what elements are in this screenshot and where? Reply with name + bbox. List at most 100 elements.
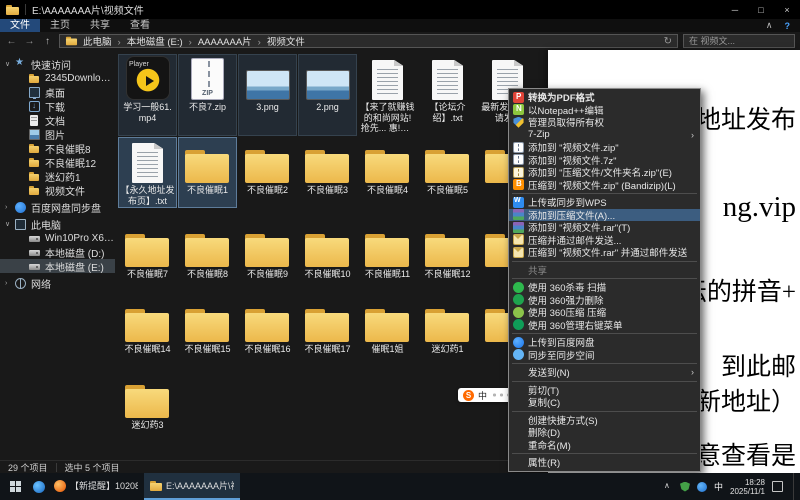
taskbar-app-button[interactable]: E:\AAAAAAA片\视... xyxy=(144,473,240,500)
file-item[interactable]: 【论坛介绍】.txt xyxy=(419,55,476,135)
pinned-browser-icon[interactable] xyxy=(30,473,48,500)
up-button[interactable]: ↑ xyxy=(41,36,54,47)
sidebar-item[interactable]: 不良催眠8 xyxy=(0,141,115,155)
file-item[interactable]: 不良催眠3 xyxy=(299,138,356,207)
file-item[interactable]: 3.png xyxy=(239,55,296,135)
sidebar-item[interactable]: ∨ 此电脑 xyxy=(0,217,115,231)
sidebar-item[interactable]: 文档 xyxy=(0,113,115,127)
file-item[interactable]: 不良催眠1 xyxy=(179,138,236,207)
context-menu-item[interactable]: 以Notepad++编辑 xyxy=(509,104,700,117)
sidebar-item[interactable]: 本地磁盘 (D:) xyxy=(0,245,115,259)
file-item[interactable]: 不良催眠14 xyxy=(119,297,176,356)
context-menu-item[interactable]: 使用 360管理右键菜单 xyxy=(509,319,700,332)
file-item[interactable]: 不良催眠5 xyxy=(419,138,476,207)
sidebar-item[interactable]: 下载 xyxy=(0,99,115,113)
file-item[interactable]: 不良催眠2 xyxy=(239,138,296,207)
file-item[interactable]: 不良催眠10 xyxy=(299,222,356,281)
file-item[interactable]: 不良催眠15 xyxy=(179,297,236,356)
context-menu-item[interactable]: 共享 xyxy=(509,264,700,277)
ime-mode-indicator[interactable]: 中 xyxy=(478,389,487,402)
breadcrumb-segment[interactable]: 本地磁盘 (E:) xyxy=(112,34,183,48)
back-button[interactable]: ← xyxy=(5,36,18,47)
sidebar-item[interactable]: 桌面 xyxy=(0,85,115,99)
context-menu-item[interactable]: 使用 360强力删除 xyxy=(509,294,700,307)
minimize-button[interactable]: ─ xyxy=(722,0,748,19)
sidebar-item[interactable]: › 网络 xyxy=(0,276,115,290)
context-menu-item[interactable]: 上传到百度网盘 xyxy=(509,336,700,349)
context-menu-item[interactable]: 压缩并通过邮件发送... xyxy=(509,234,700,247)
help-icon[interactable]: ? xyxy=(785,21,791,31)
file-item[interactable]: 不良催眠9 xyxy=(239,222,296,281)
context-menu-item[interactable]: 属性(R) xyxy=(509,456,700,469)
tray-icon[interactable] xyxy=(680,482,690,492)
context-menu-item[interactable]: 7-Zip xyxy=(509,129,700,142)
start-button[interactable] xyxy=(0,473,30,500)
breadcrumb-segment[interactable]: 此电脑 xyxy=(83,34,112,48)
sidebar-item[interactable]: ∨ 快速访问 xyxy=(0,57,115,71)
file-item[interactable]: 不良催眠8 xyxy=(179,222,236,281)
context-menu-item[interactable]: 添加到 "视频文件.7z" xyxy=(509,154,700,167)
sidebar-item[interactable]: 迷幻药1 xyxy=(0,169,115,183)
tray-icon[interactable] xyxy=(663,482,673,492)
maximize-button[interactable]: □ xyxy=(748,0,774,19)
sidebar-item[interactable]: 图片 xyxy=(0,127,115,141)
context-menu-item[interactable]: 发送到(N) xyxy=(509,366,700,379)
ribbon-tab[interactable]: 共享 xyxy=(80,19,120,32)
sidebar-item[interactable]: Win10Pro X64 (C:) xyxy=(0,231,115,245)
context-menu-item[interactable]: 使用 360杀毒 扫描 xyxy=(509,281,700,294)
ribbon-tab[interactable]: 查看 xyxy=(120,19,160,32)
sidebar-item[interactable]: 不良催眠12 xyxy=(0,155,115,169)
breadcrumb-segment[interactable]: AAAAAAA片 xyxy=(183,34,252,48)
file-item[interactable]: 不良催眠17 xyxy=(299,297,356,356)
notification-center-icon[interactable] xyxy=(772,481,783,492)
ime-tray-indicator[interactable]: 中 xyxy=(714,480,723,493)
sidebar-item[interactable]: 视频文件 xyxy=(0,183,115,197)
context-menu-item[interactable]: 管理员取得所有权 xyxy=(509,116,700,129)
file-item[interactable]: 迷幻药3 xyxy=(119,373,176,432)
context-menu-item[interactable]: 转换为PDF格式 xyxy=(509,91,700,104)
file-item[interactable]: 【永久地址发布页】.txt xyxy=(119,138,176,207)
context-menu-item[interactable]: 复制(C) xyxy=(509,396,700,409)
file-item[interactable]: 不良催眠11 xyxy=(359,222,416,281)
context-menu-item[interactable]: 创建快捷方式(S) xyxy=(509,414,700,427)
context-menu-item[interactable]: 添加到 "压缩文件/文件夹名.zip"(E) xyxy=(509,166,700,179)
context-menu-item[interactable]: 剪切(T) xyxy=(509,384,700,397)
file-item[interactable]: 催眠1姐 xyxy=(359,297,416,356)
ribbon-tab[interactable]: 文件 xyxy=(0,19,40,32)
show-desktop-button[interactable] xyxy=(793,473,797,500)
context-menu-item[interactable]: 重命名(M) xyxy=(509,439,700,452)
tray-icon[interactable] xyxy=(697,482,707,492)
address-box[interactable]: 此电脑 本地磁盘 (E:) AAAAAAA片 视频文件 xyxy=(59,34,678,48)
context-menu-item[interactable]: 压缩到 "视频文件.zip" (Bandizip)(L) xyxy=(509,179,700,192)
file-item[interactable]: 不良催眠7 xyxy=(119,222,176,281)
forward-button[interactable]: → xyxy=(23,36,36,47)
expand-arrow-icon[interactable]: ∨ xyxy=(5,60,15,68)
context-menu-item[interactable]: 压缩到 "视频文件.rar" 并通过邮件发送 xyxy=(509,246,700,259)
sidebar-item[interactable]: › 百度网盘同步盘 xyxy=(0,200,115,214)
file-item[interactable]: 不良催眠4 xyxy=(359,138,416,207)
file-item[interactable]: 不良催眠16 xyxy=(239,297,296,356)
search-input[interactable] xyxy=(683,34,795,48)
context-menu-item[interactable]: 添加到 "视频文件.rar"(T) xyxy=(509,221,700,234)
context-menu-item[interactable]: 使用 360压缩 压缩 xyxy=(509,306,700,319)
file-item[interactable]: Player 学习一般61.mp4 xyxy=(119,55,176,135)
ribbon-tab[interactable]: 主页 xyxy=(40,19,80,32)
sidebar-item[interactable]: 2345Downloads xyxy=(0,71,115,85)
refresh-icon[interactable] xyxy=(664,36,672,47)
taskbar-app-button[interactable]: 【新提醒】102081... xyxy=(48,473,144,500)
context-menu-item[interactable]: 同步至同步空间 xyxy=(509,349,700,362)
file-item[interactable]: 迷幻药1 xyxy=(419,297,476,356)
context-menu-item[interactable]: 删除(D) xyxy=(509,426,700,439)
file-item[interactable]: 2.png xyxy=(299,55,356,135)
file-item[interactable]: 不良7.zip xyxy=(179,55,236,135)
taskbar-clock[interactable]: 18:28 2025/11/1 xyxy=(730,478,765,496)
file-item[interactable]: 不良催眠12 xyxy=(419,222,476,281)
sidebar-item[interactable]: 本地磁盘 (E:) xyxy=(0,259,115,273)
context-menu-item[interactable]: 添加到 "视频文件.zip" xyxy=(509,141,700,154)
expand-arrow-icon[interactable]: › xyxy=(5,280,15,287)
expand-arrow-icon[interactable]: › xyxy=(5,204,15,211)
close-button[interactable]: × xyxy=(774,0,800,19)
context-menu-item[interactable]: 添加到压缩文件(A)... xyxy=(509,209,700,222)
context-menu-item[interactable]: 上传或同步到WPS xyxy=(509,196,700,209)
file-item[interactable]: 【来了就赚钱的和尚网站!抢先... 惠!】.txt xyxy=(359,55,416,135)
